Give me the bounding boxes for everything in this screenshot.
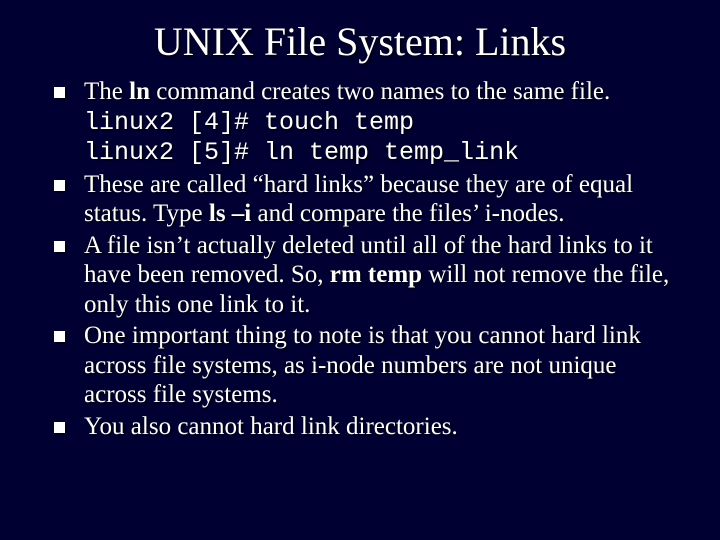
- bullet-text: The: [84, 78, 129, 105]
- bold-text: ln: [129, 78, 150, 105]
- list-item: You also cannot hard link directories.: [54, 412, 682, 442]
- bullet-text: and compare the files’ i-nodes.: [251, 200, 564, 227]
- list-item: These are called “hard links” because th…: [54, 170, 682, 229]
- bullet-list: The ln command creates two names to the …: [30, 77, 690, 441]
- list-item: A file isn’t actually deleted until all …: [54, 231, 682, 320]
- bold-text: ls –i: [209, 200, 251, 227]
- slide: UNIX File System: Links The ln command c…: [0, 0, 720, 540]
- code-line: linux2 [4]# touch temp: [84, 108, 414, 137]
- code-line: linux2 [5]# ln temp temp_link: [84, 138, 519, 167]
- bold-text: rm temp: [330, 261, 422, 288]
- bullet-text: You also cannot hard link directories.: [84, 413, 458, 440]
- bullet-text: One important thing to note is that you …: [84, 322, 641, 408]
- bullet-text: command creates two names to the same fi…: [150, 78, 610, 105]
- page-title: UNIX File System: Links: [30, 18, 690, 65]
- list-item: The ln command creates two names to the …: [54, 77, 682, 168]
- list-item: One important thing to note is that you …: [54, 321, 682, 410]
